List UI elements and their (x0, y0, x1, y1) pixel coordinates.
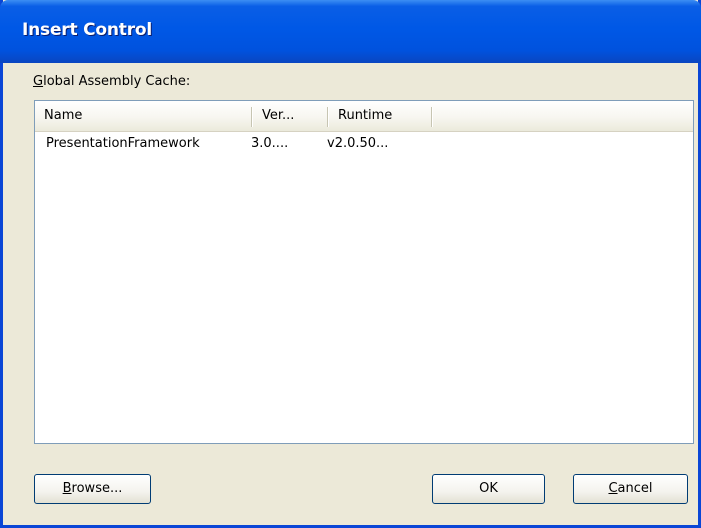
column-divider[interactable] (431, 107, 433, 127)
global-assembly-cache-label: Global Assembly Cache: (33, 74, 190, 89)
cancel-mnemonic: C (608, 481, 618, 496)
gac-label-mnemonic: G (33, 74, 44, 89)
gac-label-text: lobal Assembly Cache: (43, 74, 191, 89)
cell-name: PresentationFramework (46, 136, 200, 151)
column-header-name[interactable]: Name (35, 101, 251, 131)
cancel-label: ancel (617, 481, 653, 496)
column-header-version[interactable]: Ver... (253, 101, 327, 131)
list-header: Name Ver... Runtime (35, 101, 693, 132)
window-title: Insert Control (22, 20, 152, 40)
cancel-button[interactable]: Cancel (573, 474, 688, 504)
column-header-runtime[interactable]: Runtime (329, 101, 431, 131)
browse-button[interactable]: Browse... (34, 474, 151, 504)
cell-runtime: v2.0.50... (327, 136, 389, 151)
list-item[interactable]: PresentationFramework 3.0.... v2.0.50... (35, 133, 693, 155)
browse-mnemonic: B (62, 481, 72, 496)
ok-button[interactable]: OK (432, 474, 545, 504)
assembly-list[interactable]: Name Ver... Runtime PresentationFramewor… (34, 100, 694, 444)
insert-control-dialog: Insert Control Global Assembly Cache: Na… (0, 0, 701, 528)
cell-version: 3.0.... (251, 136, 289, 151)
browse-label: rowse... (71, 481, 123, 496)
ok-label: OK (479, 481, 498, 496)
title-bar[interactable]: Insert Control (0, 0, 701, 63)
